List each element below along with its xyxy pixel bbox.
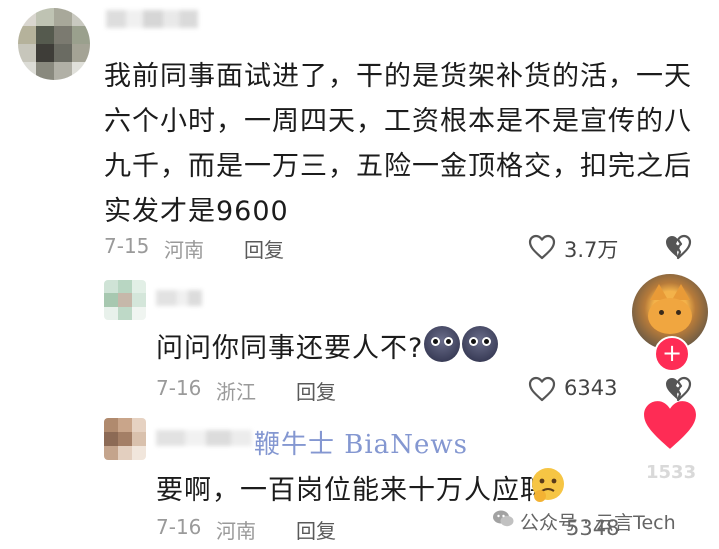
avatar[interactable] bbox=[104, 280, 146, 320]
wechat-icon bbox=[492, 509, 514, 534]
brand-watermark: 鞭牛士 BiaNews bbox=[254, 430, 468, 460]
comment-date: 7-16 bbox=[156, 515, 202, 539]
video-like-count: 1533 bbox=[646, 462, 697, 483]
comment-text: 问问你同事还要人不? bbox=[156, 333, 424, 364]
comment-location: 河南 bbox=[164, 238, 204, 262]
reply-button[interactable]: 回复 bbox=[244, 234, 284, 263]
comment-text: 我前同事面试进了，干的是货架补货的活，一天六个小时，一周四天，工资根本是不是宣传… bbox=[104, 61, 692, 227]
username-blurred bbox=[156, 290, 202, 306]
heart-outline-icon[interactable] bbox=[528, 234, 556, 260]
comment-date: 7-16 bbox=[156, 376, 202, 400]
comment-location: 河南 bbox=[216, 519, 256, 543]
reply-button[interactable]: 回复 bbox=[296, 376, 336, 405]
heart-outline-icon[interactable] bbox=[528, 376, 556, 402]
like-count: 6343 bbox=[564, 376, 618, 400]
broken-heart-icon[interactable] bbox=[664, 234, 692, 260]
comment-text: 要啊，一百岗位能来十万人应聘 bbox=[156, 475, 548, 506]
username-blurred bbox=[156, 430, 252, 446]
like-count: 5348 bbox=[566, 516, 620, 540]
username-blurred bbox=[106, 10, 198, 28]
avatar[interactable] bbox=[104, 418, 146, 460]
like-count: 3.7万 bbox=[564, 238, 619, 262]
comment-location: 浙江 bbox=[216, 380, 256, 404]
thinking-emoji-icon bbox=[530, 466, 566, 506]
comment-date: 7-15 bbox=[104, 234, 150, 258]
emoji-face-icon bbox=[462, 326, 498, 366]
reply-button[interactable]: 回复 bbox=[296, 515, 336, 544]
avatar[interactable] bbox=[18, 8, 90, 80]
heart-filled-icon[interactable] bbox=[640, 398, 700, 456]
emoji-face-icon bbox=[424, 326, 460, 366]
follow-button[interactable]: + bbox=[654, 336, 690, 372]
